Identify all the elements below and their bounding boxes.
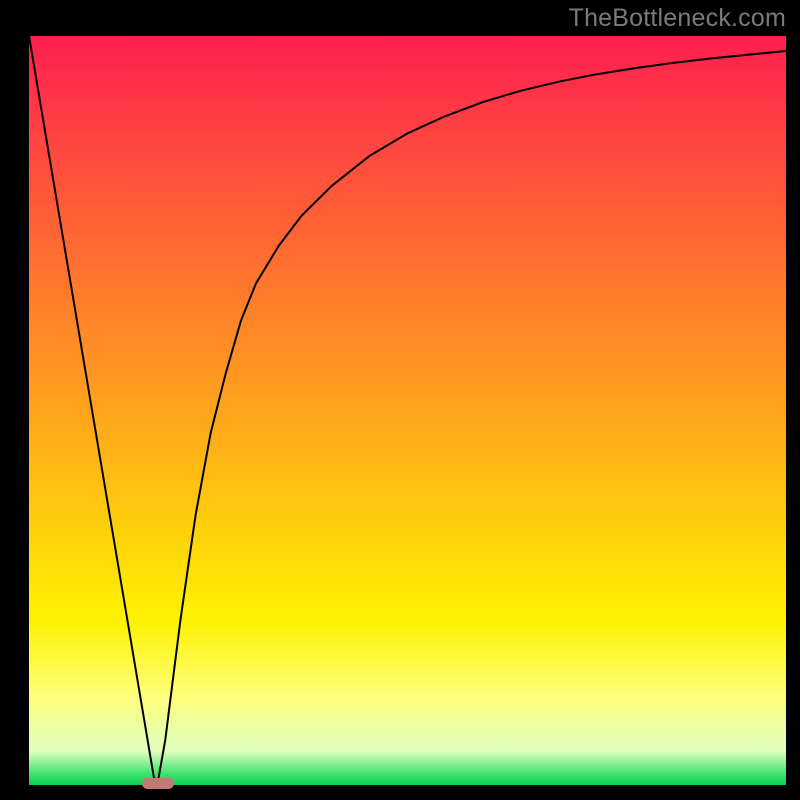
optimal-marker [142, 778, 174, 790]
bottleneck-curve [29, 36, 786, 785]
watermark-text: TheBottleneck.com [569, 4, 786, 33]
plot-area [29, 36, 786, 785]
